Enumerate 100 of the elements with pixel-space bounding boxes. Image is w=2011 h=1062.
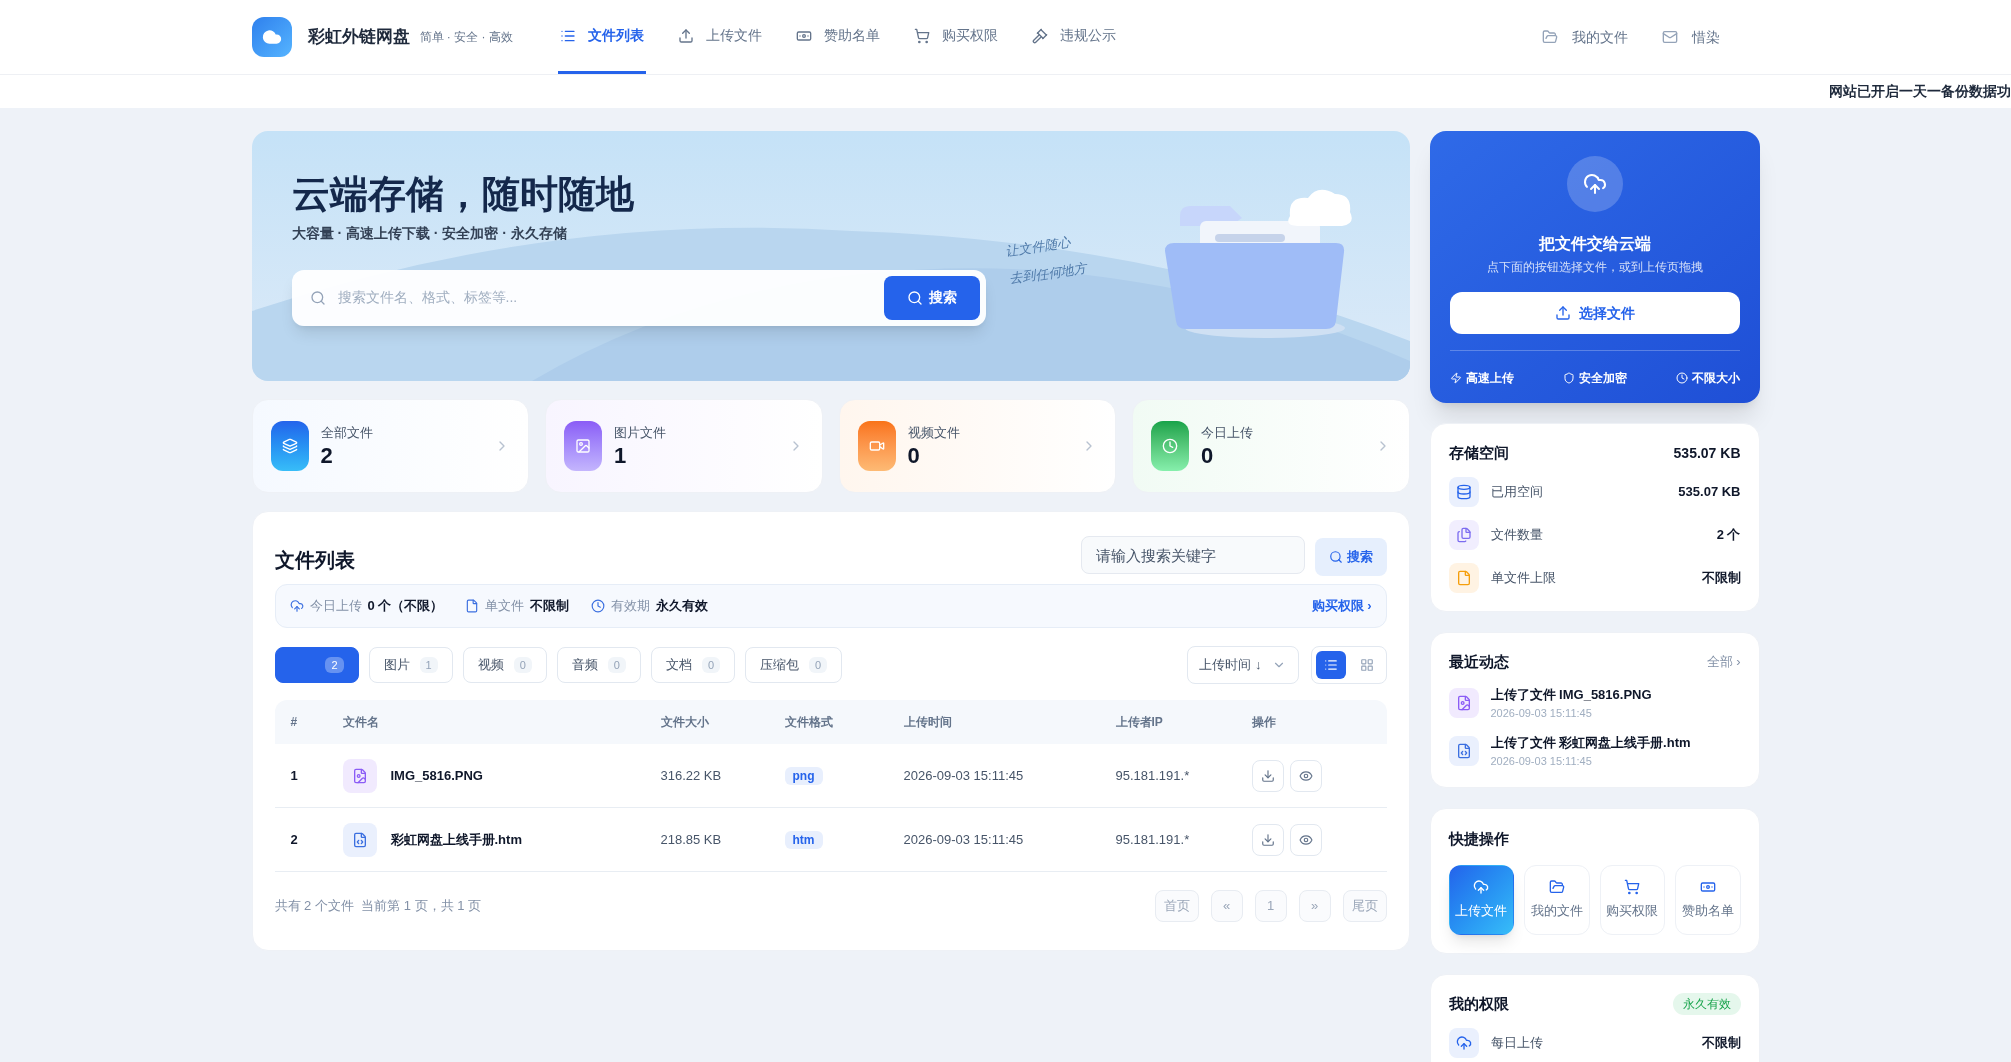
eye-icon [1298,768,1313,783]
permission-value: 不限制 [1701,1033,1741,1052]
cart-icon [1624,879,1641,896]
column-header: 文件格式 [784,714,834,731]
table-cell-text: 95.181.191.* [1115,766,1191,785]
sort-dropdown[interactable]: 上传时间 ↓ [1186,646,1299,684]
info-value: 0 个（不限） [367,597,444,616]
download-icon [1260,832,1275,847]
buy-permission-link[interactable]: 购买权限 › [1311,596,1372,616]
table-cell-text: 2026-09-03 15:11:45 [903,830,1025,849]
bolt-icon [1449,372,1462,384]
site-name: 彩虹外链网盘 [307,26,410,49]
mail-icon [1661,29,1678,45]
cloud-upload-icon [1473,879,1490,896]
format-badge: png [784,766,823,785]
info-value: 不限制 [530,597,570,616]
filter-tab[interactable]: 2 [274,647,359,683]
code-file-icon [342,822,377,857]
validity-badge: 永久有效 [1672,993,1741,1016]
feature-label: 高速上传 [1465,370,1514,387]
stat-card[interactable]: 今日上传 0 [1132,399,1410,493]
row-index: 1 [290,766,299,785]
stat-value: 1 [614,442,628,470]
cloud-upload-icon [289,599,304,613]
stat-label: 今日上传 [1201,423,1253,442]
card-title: 快捷操作 [1448,830,1509,847]
format-badge: htm [784,830,823,849]
list-view-button[interactable] [1315,651,1346,679]
quick-action-button[interactable]: 购买权限 [1599,865,1665,935]
stat-value: 0 [907,442,921,470]
nav-link[interactable]: 我的文件 [1541,26,1628,48]
image-file-icon [1448,688,1479,718]
choose-file-button[interactable]: 选择文件 [1449,292,1740,334]
cloud-upload-icon [1448,1027,1479,1058]
storage-value: 2 个 [1716,525,1741,544]
upload-card-subtitle: 点下面的按钮选择文件，或到上传页拖拽 [1486,259,1703,276]
nav-link[interactable]: 购买权限 [911,0,1000,74]
file-name[interactable]: IMG_5816.PNG [390,765,483,786]
nav-link[interactable]: 赞助名单 [793,0,882,74]
clock-icon [1151,421,1189,471]
stat-value: 0 [1201,442,1215,470]
view-all-link[interactable]: 全部 › [1706,652,1741,672]
clock-icon [591,599,606,613]
folder-icon [1541,29,1558,45]
search-icon [906,289,923,306]
announcement-text: 网站已开启一天一备份数据功 [1829,82,2011,101]
storage-total: 535.07 KB [1673,443,1741,463]
info-label: 今日上传 [309,597,362,616]
activity-time: 2026-09-03 15:11:45 [1490,705,1593,721]
info-value: 永久有效 [656,597,709,616]
download-button[interactable] [1251,759,1284,792]
storage-label: 文件数量 [1490,525,1543,544]
grid-icon [1359,658,1374,672]
site-tagline: 简单 · 安全 · 高效 [419,29,513,46]
filter-tab[interactable]: 图片 1 [368,647,453,683]
filter-tab[interactable]: 文档 0 [650,647,735,683]
nav-link[interactable]: 违规公示 [1029,0,1118,74]
clock-icon [1675,372,1688,384]
stat-card[interactable]: 视频文件 0 [838,399,1116,493]
upload-icon [677,27,694,44]
column-header: 文件大小 [660,714,710,731]
handwritten-slogan: 去到任何地方 [1007,259,1088,288]
quick-action-button[interactable]: 赞助名单 [1675,865,1741,935]
search-icon [309,289,326,306]
nav-link[interactable]: 惜染 [1661,26,1720,48]
activity-text: 上传了文件 IMG_5816.PNG [1490,686,1652,704]
nav-link[interactable]: 上传文件 [675,0,764,74]
filter-tab[interactable]: 视频 0 [462,647,547,683]
download-button[interactable] [1251,823,1284,856]
file-icon [1448,562,1479,593]
preview-button[interactable] [1289,759,1322,792]
filter-tab[interactable]: 音频 0 [556,647,641,683]
keyword-search-field[interactable]: 请输入搜索关键字 [1080,536,1305,574]
upload-card-title: 把文件交给云端 [1538,234,1651,254]
cloud-logo-icon [251,17,292,57]
hero-search-field[interactable]: 搜索文件名、格式、标签等... 搜索 [291,269,986,326]
folder-icon [1548,879,1565,896]
search-button[interactable]: 搜索 [883,275,980,320]
file-name[interactable]: 彩虹网盘上线手册.htm [390,829,522,850]
quick-action-button[interactable]: 上传文件 [1448,865,1514,935]
download-icon [1260,768,1275,783]
eye-icon [1298,832,1313,847]
image-file-icon [342,758,377,793]
filter-tab[interactable]: 压缩包 0 [745,647,843,683]
count-badge: 2 [325,656,344,674]
column-header: 操作 [1251,714,1277,731]
hero-subtitle: 大容量 · 高速上传下载 · 安全加密 · 永久存储 [291,223,567,243]
video-icon [857,421,896,471]
handwritten-slogan: 让文件随心 [1003,233,1072,261]
quick-action-button[interactable]: 我的文件 [1524,865,1590,935]
search-button[interactable]: 搜索 [1314,538,1387,576]
stat-card[interactable]: 全部文件 2 [251,399,529,493]
stat-card[interactable]: 图片文件 1 [545,399,823,493]
hero-title: 云端存储，随时随地 [291,172,635,217]
card-title: 我的权限 [1448,994,1509,1014]
row-index: 2 [290,830,299,849]
stat-label: 图片文件 [614,423,666,442]
storage-value: 不限制 [1701,568,1741,587]
preview-button[interactable] [1289,823,1322,856]
storage-label: 单文件上限 [1490,568,1556,587]
